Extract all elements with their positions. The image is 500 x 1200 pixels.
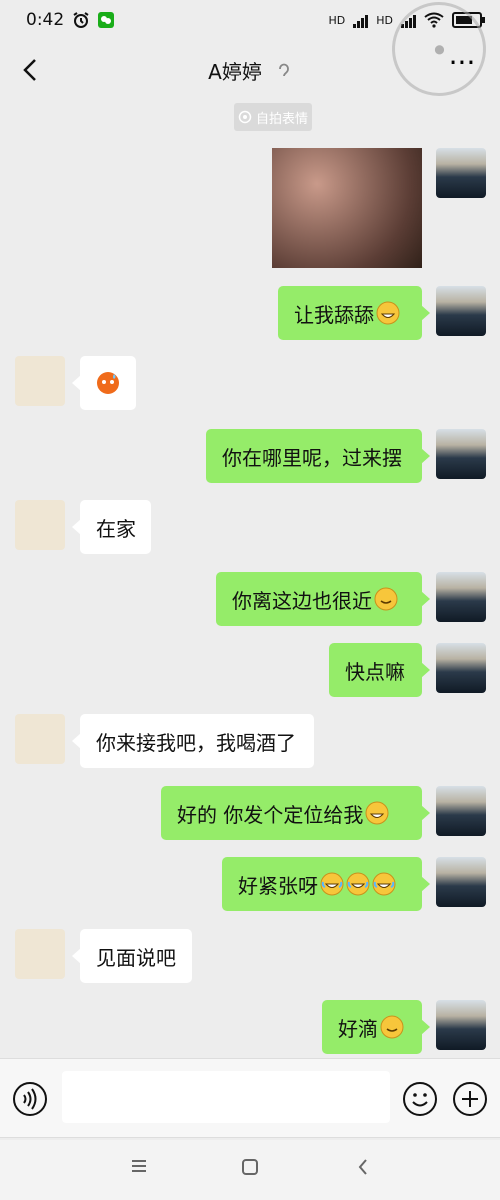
message-text: 你来接我吧，我喝酒了 — [96, 730, 296, 755]
avatar-me[interactable] — [436, 429, 486, 479]
timestamp-chip: 自拍表情 — [234, 103, 312, 131]
message-text: 好的 你发个定位给我 — [177, 802, 364, 827]
avatar-them[interactable] — [15, 500, 65, 550]
message-text: 你在哪里呢，过来摆 — [222, 445, 402, 470]
wechat-icon — [98, 12, 115, 28]
tears-of-joy-emoji-icon — [320, 872, 344, 896]
message-bubble-them[interactable] — [72, 356, 136, 410]
tears-of-joy-emoji-icon — [372, 872, 396, 896]
message-bubble-me[interactable]: 让我舔舔 — [278, 286, 430, 340]
message-bubble-me[interactable]: 你离这边也很近 — [216, 572, 430, 626]
message-bubble-them[interactable]: 在家 — [72, 500, 151, 554]
menu-icon[interactable] — [130, 1158, 148, 1174]
avatar-me[interactable] — [436, 786, 486, 836]
message-text: 在家 — [96, 516, 136, 541]
avatar-me[interactable] — [436, 286, 486, 336]
back-chevron-icon[interactable] — [10, 48, 54, 92]
chat-title: A婷婷 — [208, 59, 262, 84]
message-photo[interactable] — [272, 148, 422, 268]
message-text: 快点嘛 — [345, 659, 405, 684]
system-nav-bar — [0, 1140, 500, 1200]
message-bubble-me[interactable]: 好紧张呀 — [222, 857, 430, 911]
avatar-them[interactable] — [15, 714, 65, 764]
message-bubble-them[interactable]: 见面说吧 — [72, 929, 192, 983]
smile-emoji-icon — [380, 1015, 404, 1039]
back-icon[interactable] — [354, 1158, 372, 1176]
avatar-me[interactable] — [436, 148, 486, 198]
plus-icon[interactable] — [452, 1081, 488, 1117]
tears-of-joy-emoji-icon — [346, 872, 370, 896]
home-icon[interactable] — [241, 1158, 259, 1176]
avatar-them[interactable] — [15, 929, 65, 979]
status-time: 0:42 — [26, 10, 65, 30]
message-text: 你离这边也很近 — [232, 588, 372, 613]
signal-icon-1 — [353, 12, 369, 28]
message-bubble-them[interactable]: 你来接我吧，我喝酒了 — [72, 714, 314, 768]
selfie-sticker-icon — [238, 110, 252, 124]
chat-input-bar — [0, 1058, 500, 1138]
message-bubble-me[interactable]: 你在哪里呢，过来摆 — [206, 429, 430, 483]
alarm-icon — [73, 12, 89, 28]
avatar-me[interactable] — [436, 572, 486, 622]
hd-label-2: HD — [376, 13, 393, 27]
message-input[interactable] — [62, 1071, 390, 1123]
message-bubble-me[interactable]: 好的 你发个定位给我 — [161, 786, 430, 840]
message-text: 见面说吧 — [96, 945, 176, 970]
avatar-me[interactable] — [436, 643, 486, 693]
shy-sweat-emoji-icon — [97, 372, 119, 394]
status-left: 0:42 — [26, 10, 115, 30]
grin-emoji-icon — [365, 801, 389, 825]
avatar-me[interactable] — [436, 857, 486, 907]
grin-emoji-icon — [376, 301, 400, 325]
smile-emoji-icon — [374, 587, 398, 611]
timestamp-chip-label: 自拍表情 — [255, 111, 308, 127]
message-text: 好紧张呀 — [238, 873, 318, 898]
more-icon[interactable]: ··· — [440, 48, 484, 92]
hd-label-1: HD — [328, 13, 346, 27]
message-bubble-me[interactable]: 好滴 — [322, 1000, 430, 1054]
avatar-me[interactable] — [436, 1000, 486, 1050]
message-text: 好滴 — [338, 1016, 378, 1041]
emoji-icon[interactable] — [402, 1081, 438, 1117]
voice-icon[interactable] — [12, 1081, 48, 1117]
chat-header: A婷婷 ··· — [0, 40, 500, 100]
message-bubble-me[interactable]: 快点嘛 — [329, 643, 430, 697]
message-text: 让我舔舔 — [294, 302, 374, 327]
ear-icon — [278, 63, 289, 77]
avatar-them[interactable] — [15, 356, 65, 406]
